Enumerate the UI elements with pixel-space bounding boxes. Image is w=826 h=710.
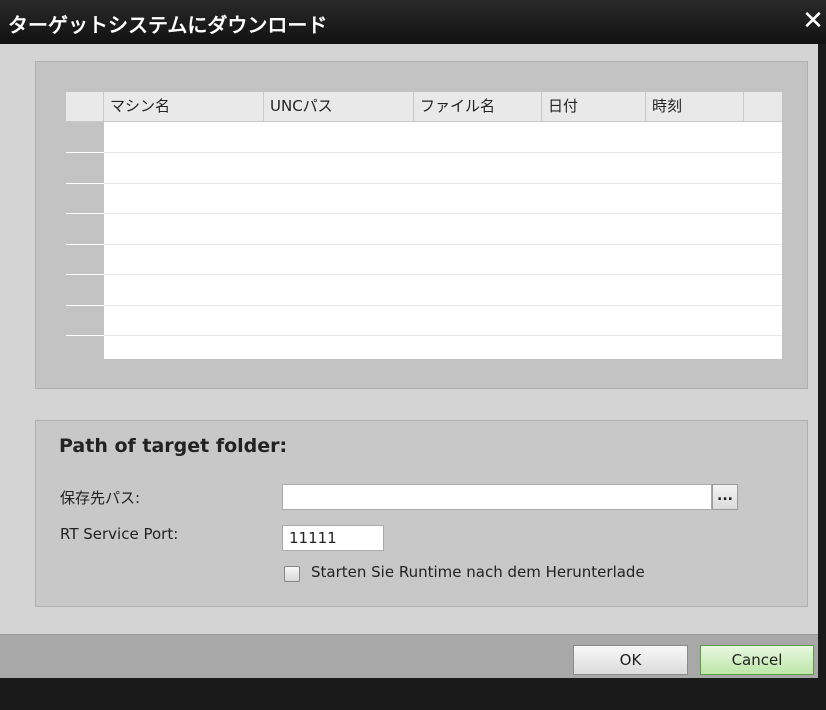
target-systems-table[interactable]: マシン名 UNCパス ファイル名 日付 時刻 bbox=[66, 92, 782, 359]
table-row-divider bbox=[104, 335, 782, 336]
window-bottom-edge bbox=[0, 678, 818, 710]
table-row-divider bbox=[104, 213, 782, 214]
table-row-divider bbox=[104, 152, 782, 153]
column-header-machine-name[interactable]: マシン名 bbox=[104, 92, 264, 122]
row-header-column bbox=[66, 122, 104, 359]
column-header-time[interactable]: 時刻 bbox=[646, 92, 744, 122]
port-label: RT Service Port: bbox=[60, 525, 179, 543]
table-row-divider bbox=[104, 244, 782, 245]
table-row-divider bbox=[104, 183, 782, 184]
dialog-footer: OK Cancel bbox=[0, 635, 818, 678]
row-header-divider bbox=[66, 244, 104, 245]
row-header-divider bbox=[66, 183, 104, 184]
table-row-divider bbox=[104, 305, 782, 306]
target-systems-panel: マシン名 UNCパス ファイル名 日付 時刻 bbox=[35, 61, 808, 389]
column-header-unc-path[interactable]: UNCパス bbox=[264, 92, 414, 122]
table-header: マシン名 UNCパス ファイル名 日付 時刻 bbox=[66, 92, 782, 122]
column-header-extra bbox=[744, 92, 782, 122]
column-header-date[interactable]: 日付 bbox=[542, 92, 646, 122]
row-header-divider bbox=[66, 274, 104, 275]
row-header-divider bbox=[66, 213, 104, 214]
start-runtime-label[interactable]: Starten Sie Runtime nach dem Herunterlad… bbox=[311, 563, 709, 581]
browse-button[interactable]: ... bbox=[712, 484, 738, 510]
title-bar: ターゲットシステムにダウンロード ✕ bbox=[0, 0, 826, 44]
cancel-button[interactable]: Cancel bbox=[700, 645, 814, 675]
row-header-divider bbox=[66, 152, 104, 153]
close-icon[interactable]: ✕ bbox=[800, 6, 826, 36]
path-label: 保存先パス: bbox=[60, 489, 141, 507]
window-title: ターゲットシステムにダウンロード bbox=[8, 13, 328, 37]
download-dialog: マシン名 UNCパス ファイル名 日付 時刻 Path of target fo… bbox=[0, 44, 818, 678]
row-header-divider bbox=[66, 305, 104, 306]
port-input[interactable] bbox=[282, 525, 384, 551]
row-header-divider bbox=[66, 335, 104, 336]
column-header-file-name[interactable]: ファイル名 bbox=[414, 92, 542, 122]
row-header-corner bbox=[66, 92, 104, 122]
ok-button[interactable]: OK bbox=[573, 645, 688, 675]
table-row-divider bbox=[104, 274, 782, 275]
target-folder-panel: Path of target folder: 保存先パス: ... RT Ser… bbox=[35, 420, 808, 607]
section-title: Path of target folder: bbox=[59, 435, 288, 457]
window-border bbox=[818, 44, 826, 710]
path-input[interactable] bbox=[282, 484, 712, 510]
start-runtime-checkbox[interactable] bbox=[284, 566, 300, 582]
